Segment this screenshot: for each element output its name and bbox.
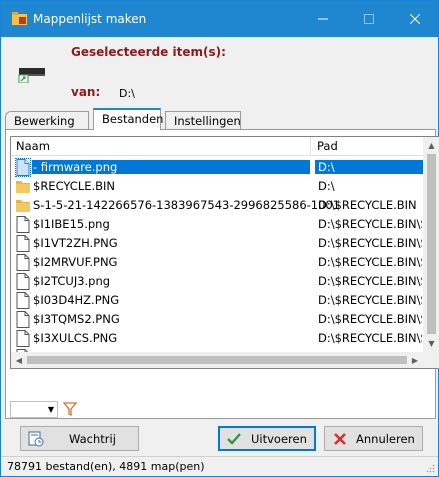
- resize-grip-icon[interactable]: [426, 464, 435, 473]
- cell-naam: $I3TQMS2.PNG: [33, 312, 120, 326]
- cell-pad: D:\$RECYCLE.BIN\S-: [318, 312, 422, 326]
- file-icon: [16, 330, 30, 347]
- file-icon: [16, 292, 30, 309]
- cell-naam: $I03D4HZ.PNG: [33, 293, 120, 307]
- tab-panel-bestanden: Naam Pad - firmware.png D:\ $RECYCLE.BIN D:…: [5, 129, 439, 419]
- scroll-left-arrow-icon[interactable]: ◀: [11, 352, 27, 368]
- window-title: Mappenlijst maken: [33, 12, 147, 26]
- cell-pad: D:\$RECYCLE.BIN\S-: [318, 293, 422, 307]
- file-icon: [16, 235, 30, 252]
- column-header-pad[interactable]: Pad: [317, 139, 338, 153]
- cell-naam: - firmware.png: [32, 160, 310, 174]
- maximize-icon: [364, 14, 374, 24]
- file-icon: [16, 216, 30, 233]
- scroll-right-arrow-icon[interactable]: ▶: [407, 352, 423, 368]
- source-label: van:: [71, 85, 101, 99]
- file-icon: [16, 254, 30, 271]
- cell-pad: D:\: [318, 179, 335, 193]
- cell-pad: D:\$RECYCLE.BIN\S-: [318, 331, 422, 345]
- close-button[interactable]: [392, 1, 438, 37]
- cancel-icon: [334, 433, 346, 445]
- dialog-window: Mappenlijst maken Geselecteerde item(s):…: [0, 0, 439, 477]
- vertical-scroll-thumb[interactable]: [427, 154, 436, 334]
- filter-dropdown[interactable]: ▼: [10, 401, 58, 418]
- close-icon: [410, 14, 420, 24]
- list-row[interactable]: $I1VT2ZH.PNG D:\$RECYCLE.BIN\S-: [11, 234, 423, 253]
- run-button-label: Uitvoeren: [251, 432, 307, 446]
- list-row[interactable]: $I3XULCS.PNG D:\$RECYCLE.BIN\S-: [11, 329, 423, 348]
- minimize-icon: [318, 18, 328, 20]
- cell-naam: $RECYCLE.BIN: [33, 179, 116, 193]
- file-list[interactable]: Naam Pad - firmware.png D:\ $RECYCLE.BIN D:…: [10, 136, 439, 369]
- cell-naam: $I1IBE15.png: [33, 217, 110, 231]
- list-row[interactable]: $I2MRVUF.PNG D:\$RECYCLE.BIN\S-: [11, 253, 423, 272]
- cell-pad: D:\$RECYCLE.BIN: [318, 198, 417, 212]
- cell-pad: D:\$RECYCLE.BIN\S-: [318, 217, 422, 231]
- title-bar: Mappenlijst maken: [1, 1, 438, 37]
- scroll-up-arrow-icon[interactable]: ▲: [423, 137, 439, 154]
- cancel-button[interactable]: Annuleren: [324, 426, 423, 451]
- drive-icon: [18, 68, 45, 83]
- cell-pad: D:\$RECYCLE.BIN\S-: [318, 274, 422, 288]
- scrollbar-corner: [423, 352, 439, 368]
- selected-items-label: Geselecteerde item(s):: [71, 45, 226, 59]
- cell-pad: D:\$RECYCLE.BIN\S-: [318, 236, 422, 250]
- cell-naam: $I2TCUJ3.png: [33, 274, 111, 288]
- list-row[interactable]: S-1-5-21-142266576-1383967543-2996825586…: [11, 196, 423, 215]
- filter-icon[interactable]: [63, 402, 77, 416]
- horizontal-scroll-thumb[interactable]: [27, 356, 407, 364]
- source-path: D:\: [119, 87, 135, 100]
- column-separator[interactable]: [310, 137, 311, 156]
- cell-naam: S-1-5-21-142266576-1383967543-2996825586…: [33, 198, 341, 212]
- queue-button[interactable]: Wachtrij: [20, 426, 139, 451]
- folder-icon: [16, 181, 30, 193]
- cancel-button-label: Annuleren: [356, 432, 415, 446]
- png-file-icon: [16, 159, 30, 176]
- cell-naam: $I3XULCS.PNG: [33, 331, 118, 345]
- list-row[interactable]: $I2TCUJ3.png D:\$RECYCLE.BIN\S-: [11, 272, 423, 291]
- queue-button-label: Wachtrij: [69, 432, 116, 446]
- minimize-button[interactable]: [300, 1, 346, 37]
- chevron-down-icon: ▼: [47, 405, 54, 414]
- vertical-scrollbar[interactable]: ▲ ▼: [423, 137, 439, 352]
- horizontal-scrollbar[interactable]: ◀ ▶: [11, 352, 423, 368]
- tab-bewerking[interactable]: Bewerking: [5, 111, 89, 130]
- checkmark-icon: [227, 433, 241, 445]
- tab-bestanden[interactable]: Bestanden: [93, 108, 163, 130]
- cell-naam: $I2MRVUF.PNG: [33, 255, 118, 269]
- file-icon: [16, 273, 30, 290]
- folder-icon: [16, 200, 30, 212]
- cell-pad: D:\: [315, 160, 423, 174]
- list-row[interactable]: $RECYCLE.BIN D:\: [11, 177, 423, 196]
- maximize-button[interactable]: [346, 1, 392, 37]
- list-row[interactable]: $I1IBE15.png D:\$RECYCLE.BIN\S-: [11, 215, 423, 234]
- folder-list-app-icon: [12, 12, 27, 25]
- cell-pad: D:\$RECYCLE.BIN\S-: [318, 255, 422, 269]
- list-row[interactable]: $I3TQMS2.PNG D:\$RECYCLE.BIN\S-: [11, 310, 423, 329]
- list-row[interactable]: $I03D4HZ.PNG D:\$RECYCLE.BIN\S-: [11, 291, 423, 310]
- list-header: Naam Pad: [11, 137, 423, 156]
- tab-instellingen[interactable]: Instellingen: [165, 111, 241, 130]
- file-icon: [16, 311, 30, 328]
- column-header-naam[interactable]: Naam: [16, 139, 50, 153]
- list-rows: - firmware.png D:\ $RECYCLE.BIN D:\ S-1-5-21…: [11, 158, 423, 367]
- list-row[interactable]: - firmware.png D:\: [11, 158, 423, 177]
- run-button[interactable]: Uitvoeren: [218, 426, 316, 451]
- scroll-down-arrow-icon[interactable]: ▼: [423, 335, 439, 352]
- queue-icon: [28, 431, 44, 447]
- status-bar: 78791 bestand(en), 4891 map(pen): [1, 456, 438, 476]
- cell-naam: $I1VT2ZH.PNG: [33, 236, 118, 250]
- status-text: 78791 bestand(en), 4891 map(pen): [7, 460, 205, 473]
